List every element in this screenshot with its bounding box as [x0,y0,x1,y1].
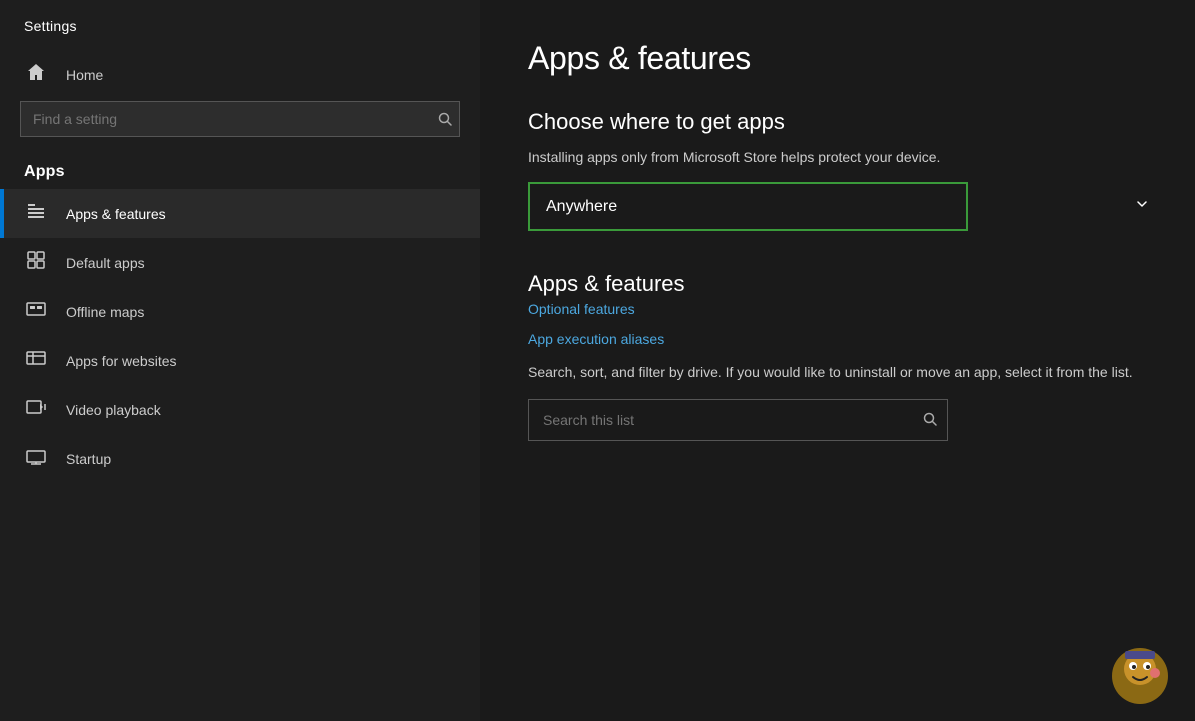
search-list-input[interactable] [529,400,947,440]
sidebar-item-home[interactable]: Home [0,48,480,101]
offline-maps-icon [24,299,48,324]
sidebar-item-apps-features[interactable]: Apps & features [0,189,480,238]
apps-websites-icon [24,348,48,373]
choose-section-description: Installing apps only from Microsoft Stor… [528,147,1147,168]
apps-websites-label: Apps for websites [66,353,177,369]
dropdown-chevron-icon [1118,196,1166,217]
home-label: Home [66,67,103,83]
sidebar-item-default-apps[interactable]: Default apps [0,238,480,287]
sidebar-item-video-playback[interactable]: Video playback [0,385,480,434]
sidebar-item-offline-maps[interactable]: Offline maps [0,287,480,336]
app-execution-link[interactable]: App execution aliases [528,331,1147,347]
default-apps-label: Default apps [66,255,145,271]
decorative-character [1105,641,1175,711]
video-playback-label: Video playback [66,402,161,418]
search-list-box [528,399,948,441]
sidebar: Settings Home Apps Apps & featu [0,0,480,721]
video-playback-icon [24,397,48,422]
startup-icon [24,446,48,471]
offline-maps-label: Offline maps [66,304,144,320]
page-title: Apps & features [528,40,1147,77]
find-setting-input[interactable] [20,101,460,137]
find-setting-search-button[interactable] [438,112,452,126]
find-setting-search[interactable] [20,101,460,137]
sidebar-item-startup[interactable]: Startup [0,434,480,483]
apps-features-section-title: Apps & features [528,271,1147,297]
choose-apps-section: Choose where to get apps Installing apps… [528,109,1147,271]
apps-source-dropdown[interactable]: Anywhere Anywhere, but warn me before in… [530,184,1118,229]
app-title: Settings [0,0,480,48]
search-description: Search, sort, and filter by drive. If yo… [528,361,1147,383]
apps-features-icon [24,201,48,226]
default-apps-icon [24,250,48,275]
sidebar-item-apps-websites[interactable]: Apps for websites [0,336,480,385]
home-icon [24,62,48,87]
apps-features-label: Apps & features [66,206,166,222]
startup-label: Startup [66,451,111,467]
choose-section-title: Choose where to get apps [528,109,1147,135]
sidebar-section-label: Apps [0,153,480,189]
apps-source-dropdown-container: Anywhere Anywhere, but warn me before in… [528,182,968,231]
apps-features-section: Apps & features Optional features App ex… [528,271,1147,441]
main-content: Apps & features Choose where to get apps… [480,0,1195,721]
optional-features-link[interactable]: Optional features [528,301,1147,317]
